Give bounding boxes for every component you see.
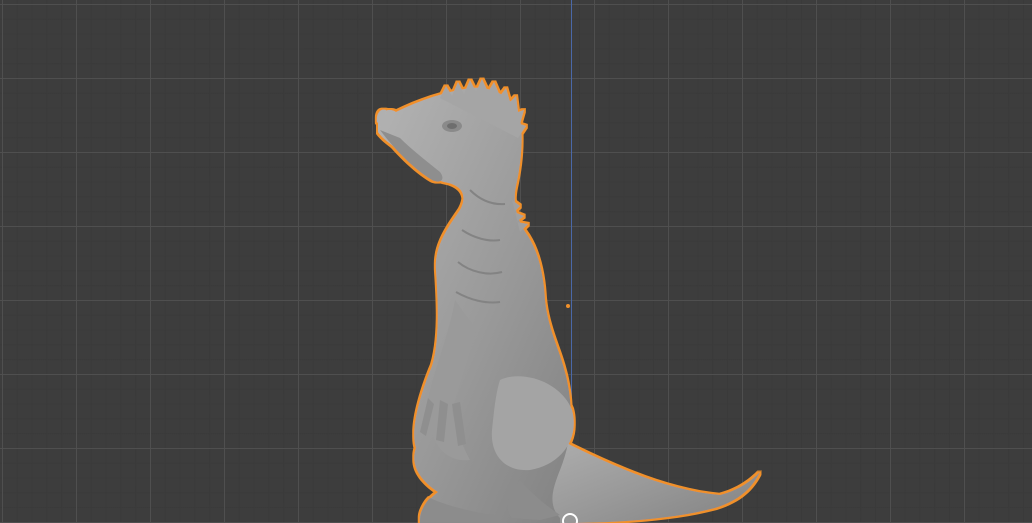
dinosaur-model[interactable] <box>0 0 1032 523</box>
3d-cursor-icon[interactable] <box>562 513 578 523</box>
3d-viewport[interactable] <box>0 0 1032 523</box>
object-origin-dot <box>566 304 570 308</box>
dinosaur-mesh[interactable] <box>376 79 760 523</box>
